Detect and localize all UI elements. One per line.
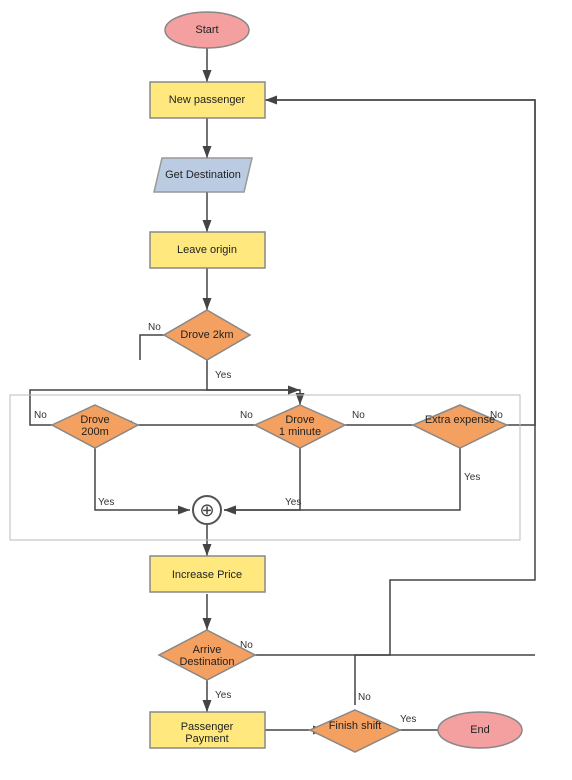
start-label: Start xyxy=(195,24,218,36)
extra-expense-label1: Extra expense xyxy=(425,414,495,426)
drove-200m-label1: Drove xyxy=(80,414,109,426)
merge-plus: ⊕ xyxy=(199,500,214,520)
drove-1min-label1: Drove xyxy=(285,414,314,426)
get-destination-label: Get Destination xyxy=(165,169,241,181)
arrow-arrive-no-line xyxy=(233,100,535,655)
new-passenger-label: New passenger xyxy=(169,94,246,106)
passenger-payment-label1: Passenger xyxy=(181,721,234,733)
arrow-extra-no-loop xyxy=(265,100,535,425)
arrow-finishshift-no-line xyxy=(355,655,535,705)
label-drove2km-no: No xyxy=(148,322,161,333)
label-drove1min-no2: No xyxy=(352,410,365,421)
label-drove1min-yes: Yes xyxy=(285,497,301,508)
end-label: End xyxy=(470,724,490,736)
label-drove200m-no: No xyxy=(34,410,47,421)
flowchart-svg: Yes No Yes No No Yes No Yes No Ye xyxy=(0,0,572,780)
arrow-drove2km-drove1min xyxy=(207,360,300,405)
label-drove200m-yes: Yes xyxy=(98,497,114,508)
drove-2km-label: Drove 2km xyxy=(180,329,233,341)
leave-origin-label: Leave origin xyxy=(177,244,237,256)
label-arrive-yes: Yes xyxy=(215,690,231,701)
arrive-dest-label2: Destination xyxy=(179,656,234,668)
passenger-payment-label2: Payment xyxy=(185,733,228,745)
label-finishshift-yes: Yes xyxy=(400,714,416,725)
drove-200m-label2: 200m xyxy=(81,426,109,438)
arrow-extra-yes-merge xyxy=(224,448,460,510)
label-extra-yes: Yes xyxy=(464,472,480,483)
label-drove2km-yes: Yes xyxy=(215,370,231,381)
finish-shift-label1: Finish shift xyxy=(329,720,382,732)
label-drove1min-no: No xyxy=(240,410,253,421)
drove-1min-label2: 1 minute xyxy=(279,426,321,438)
label-finishshift-no: No xyxy=(358,692,371,703)
increase-price-label: Increase Price xyxy=(172,569,242,581)
flowchart-canvas: Yes No Yes No No Yes No Yes No Ye xyxy=(0,0,572,780)
arrive-dest-label1: Arrive xyxy=(193,644,222,656)
